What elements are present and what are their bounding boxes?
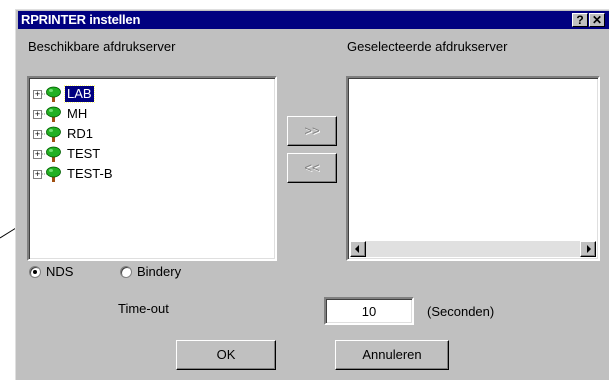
help-button[interactable]: ? (572, 13, 588, 27)
tree-item-test-b[interactable]: + TEST-B (29, 165, 229, 185)
nds-radio-label: NDS (46, 264, 74, 279)
tree-icon (42, 86, 61, 102)
rprinter-dialog: RPRINTER instellen ? ✕ Beschikbare afdru… (15, 9, 609, 380)
tree-item-lab[interactable]: + LAB (29, 85, 229, 105)
selected-servers-heading: Geselecteerde afdrukserver (347, 39, 508, 54)
tree-icon (42, 106, 61, 122)
tree-item-label: RD1 (67, 126, 94, 141)
tree-item-test[interactable]: + TEST (29, 145, 229, 165)
tree-icon (42, 146, 61, 162)
title-bar: RPRINTER instellen ? ✕ (18, 11, 609, 29)
expand-plus-icon[interactable]: + (33, 90, 42, 99)
bindery-radio[interactable] (120, 266, 132, 278)
remove-server-button[interactable]: << (287, 153, 337, 183)
expand-plus-icon[interactable]: + (33, 110, 42, 119)
tree-icon (42, 126, 61, 142)
window-title: RPRINTER instellen (21, 12, 141, 27)
cancel-button[interactable]: Annuleren (335, 340, 449, 370)
tree-item-label: MH (67, 106, 88, 121)
tree-item-rd1[interactable]: + RD1 (29, 125, 229, 145)
bindery-radio-label: Bindery (137, 264, 182, 279)
tree-item-label: TEST (67, 146, 101, 161)
tree-icon (42, 166, 61, 182)
selected-servers-list[interactable] (346, 76, 600, 261)
ok-button[interactable]: OK (176, 340, 276, 370)
scroll-left-button[interactable] (350, 241, 366, 257)
timeout-unit: (Seconden) (427, 304, 495, 319)
available-servers-tree[interactable]: + LAB + MH + RD1 + TEST + TEST-B (27, 76, 277, 261)
timeout-value: 10 (361, 304, 377, 319)
add-server-button[interactable]: >> (287, 116, 337, 146)
tree-item-label: TEST-B (67, 166, 113, 181)
close-button[interactable]: ✕ (589, 13, 605, 27)
horizontal-scrollbar[interactable] (350, 241, 596, 257)
expand-plus-icon[interactable]: + (33, 150, 42, 159)
tree-item-label: LAB (64, 85, 95, 103)
nds-radio[interactable] (29, 266, 41, 278)
tree-item-mh[interactable]: + MH (29, 105, 229, 125)
available-servers-heading: Beschikbare afdrukserver (28, 39, 176, 54)
expand-plus-icon[interactable]: + (33, 170, 42, 179)
timeout-input[interactable]: 10 (324, 297, 414, 325)
scroll-left-arrow-icon (355, 245, 359, 253)
scroll-right-arrow-icon (587, 245, 591, 253)
cancel-button-label: Annuleren (362, 347, 422, 362)
timeout-label: Time-out (118, 301, 169, 316)
expand-plus-icon[interactable]: + (33, 130, 42, 139)
scroll-right-button[interactable] (580, 241, 596, 257)
radio-selected-dot-icon (33, 270, 37, 274)
ok-button-label: OK (216, 347, 236, 362)
